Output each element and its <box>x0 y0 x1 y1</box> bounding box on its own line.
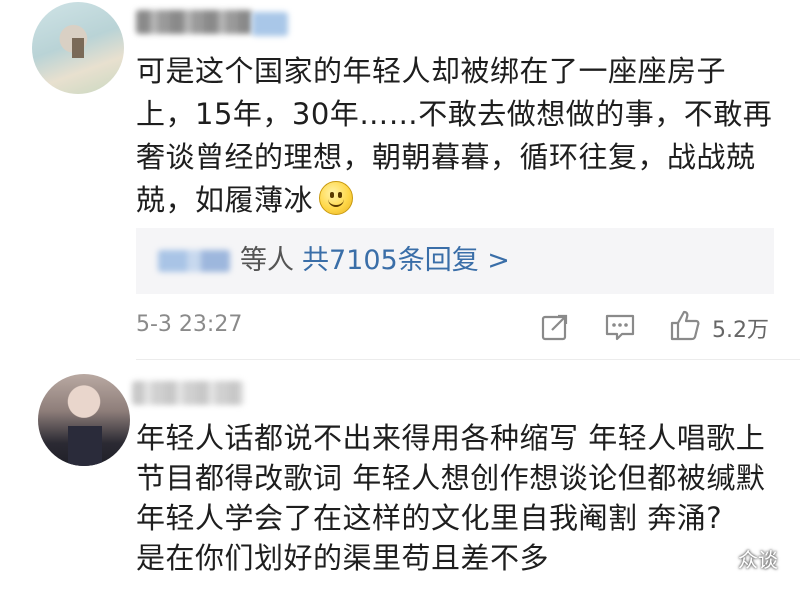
wechat-icon <box>701 546 732 570</box>
comment-line: 可是这个国家的年轻人却被绑在了一座座房子 <box>136 54 727 88</box>
comment-line: 是在你们划好的渠里苟且差不多 <box>136 541 550 575</box>
watermark-text: 众谈 <box>738 547 778 572</box>
reply-summary[interactable]: 等人 共7105条回复 > <box>136 228 774 294</box>
username-blurred[interactable] <box>136 10 252 34</box>
comment-line: 兢，如履薄冰 <box>136 179 776 222</box>
like-count: 5.2万 <box>712 318 769 343</box>
divider <box>136 359 800 360</box>
username-badge-blurred <box>252 12 288 36</box>
comment-text: 可是这个国家的年轻人却被绑在了一座座房子 上，15年，30年……不敢去做想做的事… <box>136 50 776 222</box>
comment-line: 奢谈曾经的理想，朝朝暮暮，循环往复，战战兢 <box>136 140 756 174</box>
avatar[interactable] <box>32 2 124 94</box>
reply-users-blurred <box>158 250 230 272</box>
comment-text: 年轻人话都说不出来得用各种缩写 年轻人唱歌上 节目都得改歌词 年轻人想创作想谈论… <box>136 418 776 578</box>
comment-item: 可是这个国家的年轻人却被绑在了一座座房子 上，15年，30年……不敢去做想做的事… <box>0 0 800 356</box>
avatar[interactable] <box>38 374 130 466</box>
watermark: 众谈 <box>700 540 778 576</box>
username-blurred[interactable] <box>132 381 244 405</box>
reply-count-link[interactable]: 共7105条回复 > <box>302 245 510 276</box>
comment-line: 年轻人话都说不出来得用各种缩写 年轻人唱歌上 <box>136 421 766 455</box>
like-icon[interactable] <box>668 308 702 342</box>
comment-timestamp: 5-3 23:27 <box>136 312 243 337</box>
comment-line: 年轻人学会了在这样的文化里自我阉割 奔涌? <box>136 501 723 535</box>
share-icon[interactable] <box>540 312 570 342</box>
reply-who: 等人 <box>240 245 294 276</box>
smile-emoji <box>319 181 354 215</box>
comment-icon[interactable] <box>604 312 636 342</box>
comment-line: 节目都得改歌词 年轻人想创作想谈论但都被缄默 <box>136 461 766 495</box>
comment-line: 上，15年，30年……不敢去做想做的事，不敢再 <box>136 97 773 131</box>
